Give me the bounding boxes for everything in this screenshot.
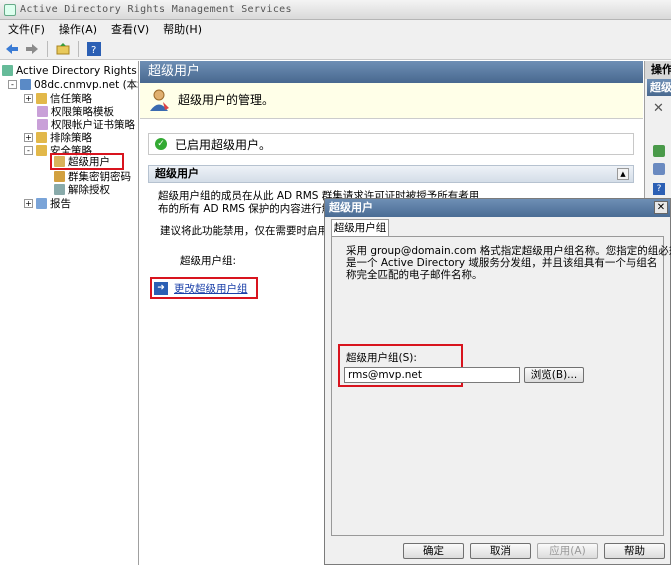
browse-button[interactable]: 浏览(B)... [524, 367, 584, 383]
refresh-icon[interactable] [653, 145, 665, 157]
report-icon [36, 198, 47, 209]
tree-server[interactable]: - 08dc.cnmvp.net (本地 [8, 78, 138, 91]
help-icon[interactable]: ? [86, 41, 102, 57]
key-icon [54, 171, 65, 182]
toolbar-divider [47, 40, 48, 57]
check-icon: ✓ [155, 138, 167, 150]
expand-icon[interactable]: + [24, 94, 33, 103]
app-icon [4, 3, 16, 16]
collapse-icon[interactable]: - [8, 80, 17, 89]
group-label: 超级用户组: [180, 255, 237, 267]
tab-panel: 采用 group@domain.com 格式指定超级用户组名称。您指定的组必须 … [331, 236, 671, 536]
actions-subheader: 超级 [647, 79, 671, 96]
toolbar: ? [0, 38, 671, 60]
super-users-dialog: 超级用户 ✕ 超级用户组 采用 group@domain.com 格式指定超级用… [324, 198, 671, 565]
close-icon[interactable]: ✕ [654, 201, 668, 214]
section-header: 超级用户 ▲ [148, 165, 634, 183]
menu-file[interactable]: 文件(F) [8, 21, 45, 37]
tree-root[interactable]: Active Directory Rights [2, 64, 137, 77]
export-icon[interactable] [653, 163, 665, 175]
folder-icon [36, 93, 47, 104]
folder-icon [36, 145, 47, 156]
template-icon [37, 106, 48, 117]
toolbar-divider [78, 40, 79, 57]
super-user-group-input[interactable]: rms@mvp.net [344, 367, 520, 383]
recommendation-text: 建议将此功能禁用，仅在需要时启用 [160, 225, 328, 237]
menu-view[interactable]: 查看(V) [111, 21, 149, 37]
description-text: 超级用户的管理。 [178, 93, 275, 107]
collapse-icon[interactable]: - [24, 146, 33, 155]
description-banner: 超级用户的管理。 [140, 83, 643, 119]
disable-icon[interactable]: ✕ [653, 101, 664, 116]
apply-button[interactable]: 应用(A) [537, 543, 598, 559]
ok-button[interactable]: 确定 [403, 543, 464, 559]
dialog-title: 超级用户 ✕ [325, 199, 670, 217]
user-icon [54, 156, 65, 167]
console-tree: Active Directory Rights - 08dc.cnmvp.net… [0, 61, 139, 565]
collapse-section-icon[interactable]: ▲ [617, 168, 629, 180]
decommission-icon [54, 184, 65, 195]
menu-bar: 文件(F) 操作(A) 查看(V) 帮助(H) [0, 20, 671, 38]
actions-header: 操作 [645, 61, 671, 79]
cancel-button[interactable]: 取消 [470, 543, 531, 559]
page-title: 超级用户 [140, 61, 643, 83]
status-bar: ✓ 已启用超级用户。 [148, 133, 634, 155]
arrow-right-icon: ➜ [154, 281, 168, 295]
server-icon [20, 79, 31, 90]
back-icon[interactable] [4, 41, 20, 57]
tab-super-user-group[interactable]: 超级用户组 [331, 219, 389, 237]
svg-text:?: ? [91, 45, 96, 56]
folder-icon [36, 132, 47, 143]
field-label: 超级用户组(S): [346, 352, 417, 364]
status-text: 已启用超级用户。 [175, 137, 272, 152]
info-text: 采用 group@domain.com 格式指定超级用户组名称。您指定的组必须 … [346, 245, 671, 281]
tree-item-super-users[interactable]: 超级用户 [50, 153, 124, 170]
certificate-icon [37, 119, 48, 130]
help-button[interactable]: 帮助 [604, 543, 665, 559]
expand-icon[interactable]: + [24, 199, 33, 208]
title-bar: Active Directory Rights Management Servi… [0, 0, 671, 20]
menu-action[interactable]: 操作(A) [59, 21, 97, 37]
rms-icon [2, 65, 13, 76]
forward-icon[interactable] [24, 41, 40, 57]
up-folder-icon[interactable] [55, 41, 71, 57]
change-group-link[interactable]: ➜ 更改超级用户组 [150, 277, 258, 299]
users-icon [148, 88, 170, 112]
help-icon[interactable]: ? [653, 183, 665, 195]
expand-icon[interactable]: + [24, 133, 33, 142]
tree-item-decommission[interactable]: 解除授权 [54, 183, 110, 196]
window-title: Active Directory Rights Management Servi… [20, 4, 292, 15]
menu-help[interactable]: 帮助(H) [163, 21, 202, 37]
tree-item-reports[interactable]: + 报告 [24, 197, 71, 210]
